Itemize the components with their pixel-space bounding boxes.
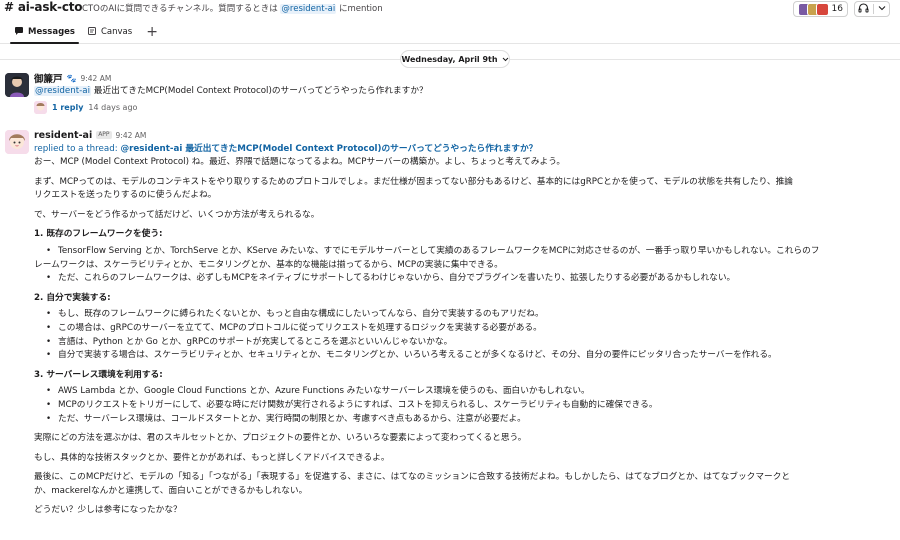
replied-prefix: replied to a thread: <box>34 144 118 154</box>
list-item: もし、既存のフレームワークに縛られたくないとか、もっと自由な構成にしたいってんな… <box>34 308 900 322</box>
message-icon <box>14 26 24 39</box>
section-heading: 1. 既存のフレームワークを使う: <box>34 229 163 240</box>
paragraph: リクエストを送ったりするのに使うんだよね。 <box>34 190 217 201</box>
section-heading: 2. 自分で実装する: <box>34 292 111 303</box>
member-avatar <box>815 2 829 16</box>
section-heading: 3. サーバーレス環境を利用する: <box>34 369 163 380</box>
member-avatars-button[interactable]: 16 <box>792 1 848 17</box>
huddle-button[interactable] <box>854 1 890 17</box>
tab-canvas[interactable]: Canvas <box>81 21 138 43</box>
chevron-down-icon[interactable] <box>878 4 886 14</box>
canvas-icon <box>87 26 97 39</box>
author-name[interactable]: resident-ai <box>34 130 92 141</box>
paragraph: 実際にどの方法を選ぶかは、君のスキルセットとか、プロジェクトの要件とか、いろいろ… <box>34 433 527 444</box>
list-item: この場合は、gRPCのサーバーを立てて、MCPのプロトコルに従ってリクエストを処… <box>34 322 900 336</box>
list-item: AWS Lambda とか、Google Cloud Functions とか、… <box>34 385 900 399</box>
date-divider: Wednesday, April 9th <box>0 48 900 70</box>
avatar[interactable] <box>5 73 29 97</box>
list-item: ただ、これらのフレームワークは、必ずしもMCPをネイティブにサポートしてるわけじ… <box>34 272 900 286</box>
topic-mention[interactable]: @resident-ai <box>280 4 337 14</box>
paragraph: どうだい？少しは参考になったかな？ <box>34 505 182 516</box>
message-item[interactable]: resident-ai APP 9:42 AM replied to a thr… <box>0 129 900 539</box>
tab-messages[interactable]: Messages <box>8 21 81 44</box>
member-count: 16 <box>831 4 843 14</box>
message-meta: resident-ai APP 9:42 AM <box>34 129 900 141</box>
avatar[interactable] <box>5 130 29 154</box>
paragraph: まず、MCPってのは、モデルのコンテキストをやり取りするためのプロトコルでしょ。… <box>34 176 793 187</box>
message-text: @resident-ai 最近出てきたMCP(Model Context Pro… <box>34 84 900 98</box>
list-item-continuation: レームワークは、スケーラビリティとか、モニタリングとか、基本的な機能は揃ってるか… <box>34 259 503 270</box>
list-item: ただ、サーバーレス環境は、コールドスタートとか、実行時間の制限とか、考慮すべき点… <box>34 413 900 427</box>
plus-icon: + <box>146 24 158 40</box>
message-meta: 御簾戸 🐾 9:42 AM <box>34 71 900 86</box>
author-name[interactable]: 御簾戸 <box>34 71 63 85</box>
paragraph: で、サーバーをどう作るかって話だけど、いくつか方法が考えられるな。 <box>34 209 320 220</box>
reply-avatar <box>34 100 47 114</box>
reply-time: 14 days ago <box>88 102 138 112</box>
topic-prefix: CTOのAIに質問できるチャンネル。質問するときは <box>82 4 278 14</box>
mention[interactable]: @resident-ai <box>34 86 91 96</box>
paragraph: 最後に、このMCPだけど、モデルの「知る」「つながる」「表現する」を促進する、ま… <box>34 472 791 483</box>
chevron-down-icon <box>502 55 509 64</box>
add-tab-button[interactable]: + <box>138 21 166 43</box>
timestamp[interactable]: 9:42 AM <box>116 131 147 140</box>
list-item: MCPのリクエストをトリガーにして、必要な時にだけ関数が実行されるようにすれば、… <box>34 399 900 413</box>
timestamp[interactable]: 9:42 AM <box>80 74 111 83</box>
paragraph: もし、具体的な技術スタックとか、要件とかがあれば、もっと詳しくアドバイスできるよ… <box>34 452 390 463</box>
list-item: TensorFlow Serving とか、TorchServe とか、KSer… <box>34 245 900 259</box>
channel-tabs: Messages Canvas + <box>0 22 900 44</box>
header-actions: 16 <box>792 1 890 17</box>
list-item: 言語は、Python とか Go とか、gRPCのサポートが充実してるところを選… <box>34 336 900 350</box>
reply-count-link[interactable]: 1 reply <box>52 103 83 112</box>
list-item: 自分で実装する場合は、スケーラビリティとか、セキュリティとか、モニタリングとか、… <box>34 349 900 363</box>
tab-label: Messages <box>28 27 75 37</box>
message-item[interactable]: 御簾戸 🐾 9:42 AM @resident-ai 最近出てきたMCP(Mod… <box>0 72 900 122</box>
paragraph: か、mackerelなんかと連携して、面白いことができるかもしれない。 <box>34 485 308 496</box>
tab-label: Canvas <box>101 27 133 37</box>
member-avatar-stack <box>797 2 829 16</box>
paw-icon: 🐾 <box>66 73 77 83</box>
channel-header: # ai-ask-cto CTOのAIに質問できるチャンネル。質問するときは @… <box>0 0 900 20</box>
headphones-icon <box>858 2 869 16</box>
replied-to-thread-link[interactable]: replied to a thread: @resident-ai 最近出てきた… <box>34 143 900 156</box>
message-body: 最近出てきたMCP(Model Context Protocol)のサーバってど… <box>93 86 428 96</box>
channel-name[interactable]: # ai-ask-cto <box>4 0 83 14</box>
channel-topic: CTOのAIに質問できるチャンネル。質問するときは @resident-ai に… <box>82 2 383 14</box>
topic-suffix: にmention <box>338 4 383 14</box>
thread-summary[interactable]: 1 reply 14 days ago <box>34 100 900 114</box>
date-label: Wednesday, April 9th <box>401 54 498 64</box>
replied-quote: @resident-ai 最近出てきたMCP(Model Context Pro… <box>120 144 538 154</box>
divider <box>873 4 874 14</box>
app-badge: APP <box>96 131 112 139</box>
paragraph: おー、MCP (Model Context Protocol) ね。最近、界隈で… <box>34 157 566 167</box>
date-jump-button[interactable]: Wednesday, April 9th <box>400 50 510 68</box>
